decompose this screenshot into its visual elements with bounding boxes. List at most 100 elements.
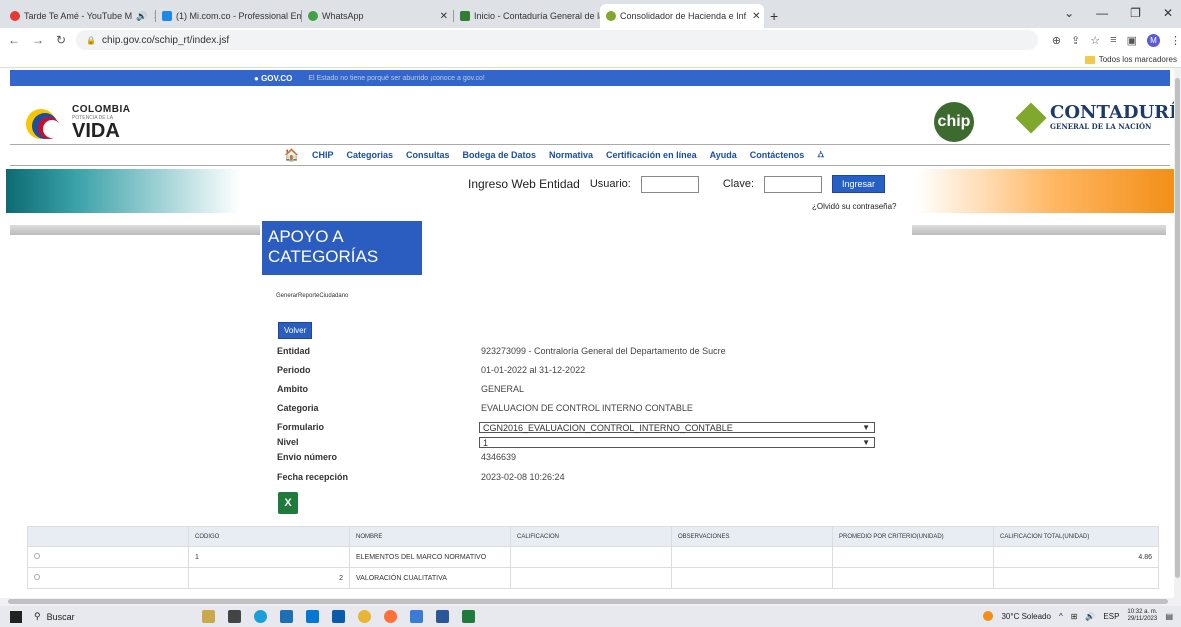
- menu-item-certificacion[interactable]: Certificación en línea: [606, 150, 697, 160]
- word-icon[interactable]: [436, 610, 449, 623]
- formulario-select[interactable]: CGN2016_EVALUACION_CONTROL_INTERNO_CONTA…: [479, 422, 875, 433]
- home-icon[interactable]: 🏠: [284, 148, 299, 162]
- cell-calificacion: [510, 546, 672, 568]
- col-header-calificacion: CALIFICACION: [510, 526, 672, 547]
- all-bookmarks[interactable]: Todos los marcadores: [1084, 55, 1177, 64]
- colombia-flag-icon: [26, 105, 66, 141]
- profile-avatar[interactable]: M: [1147, 33, 1160, 47]
- divider-right: [912, 225, 1166, 235]
- clock[interactable]: 10:32 a. m. 29/11/2023: [1127, 609, 1157, 623]
- notifications-icon[interactable]: ▤: [1165, 612, 1173, 621]
- menu-dots-icon[interactable]: ⋮: [1170, 34, 1181, 47]
- new-tab-button[interactable]: +: [764, 4, 784, 28]
- envio-label: Envio número: [277, 452, 338, 462]
- chevron-down-icon: ▼: [862, 438, 870, 447]
- chip-logo[interactable]: chip: [934, 102, 974, 142]
- tab-contaduria[interactable]: Inicio - Contaduría General de la ✕: [454, 4, 600, 28]
- menu-item-consultas[interactable]: Consultas: [406, 150, 450, 160]
- password-input[interactable]: [764, 175, 823, 193]
- close-tab-icon[interactable]: ✕: [746, 11, 760, 22]
- menu-item-bodega[interactable]: Bodega de Datos: [463, 150, 537, 160]
- file-explorer-icon[interactable]: [280, 610, 293, 623]
- menu-item-normativa[interactable]: Normativa: [549, 150, 593, 160]
- store-icon[interactable]: [306, 610, 319, 623]
- tab-consolidador[interactable]: Consolidador de Hacienda e Inf ✕: [600, 4, 764, 28]
- forgot-password-link[interactable]: ¿Olvidó su contraseña?: [812, 202, 897, 211]
- folder-icon: [1084, 55, 1095, 64]
- chip-icon: [606, 11, 616, 21]
- volume-icon[interactable]: 🔊: [1085, 612, 1095, 621]
- menu-item-contactenos[interactable]: Contáctenos: [750, 150, 805, 160]
- speaker-icon: 🔊: [136, 10, 148, 21]
- share-icon[interactable]: ⇪: [1071, 34, 1080, 47]
- menu-item-chip[interactable]: CHIP: [312, 150, 334, 160]
- tab-mi-com[interactable]: (1) Mi.com.co - Professional Em ✕: [156, 4, 302, 28]
- login-button[interactable]: Ingresar: [832, 175, 886, 193]
- user-input[interactable]: [640, 175, 699, 193]
- restore-icon[interactable]: ❐: [1130, 6, 1141, 20]
- row-radio-icon[interactable]: [34, 574, 40, 580]
- contaduria-logo[interactable]: CONTADURÍA GENERAL DE LA NACIÓN: [1015, 101, 1174, 134]
- tab-whatsapp[interactable]: WhatsApp ✕: [302, 4, 454, 28]
- youtube-icon: [10, 11, 20, 21]
- network-icon[interactable]: ⊞: [1071, 612, 1078, 621]
- table-header-row: CODIGO NOMBRE CALIFICACION OBSERVACIONES…: [27, 526, 1159, 547]
- cell-calificacion: [510, 567, 672, 589]
- task-view-icon[interactable]: [228, 610, 241, 623]
- table-row[interactable]: 2 VALORACIÓN CUALITATIVA: [27, 567, 1159, 589]
- tray-chevron-icon[interactable]: ^: [1059, 612, 1063, 621]
- star-icon[interactable]: ☆: [1090, 34, 1100, 47]
- menu-item-categorias[interactable]: Categorias: [346, 150, 393, 160]
- vertical-scrollbar[interactable]: [1174, 68, 1181, 598]
- col-header-total: CALIFICACION TOTAL(Unidad): [993, 526, 1159, 547]
- tab-search-icon[interactable]: ⌄: [1064, 6, 1074, 20]
- url-field[interactable]: 🔒 chip.gov.co/schip_rt/index.jsf: [76, 30, 1038, 50]
- zoom-icon[interactable]: ⊕: [1052, 34, 1061, 47]
- title-line-1: APOYO A: [268, 227, 344, 246]
- sidebar-icon[interactable]: ▣: [1127, 34, 1137, 47]
- results-table: CODIGO NOMBRE CALIFICACION OBSERVACIONES…: [27, 526, 1159, 589]
- main-menu: 🏠 CHIP Categorias Consultas Bodega de Da…: [10, 144, 1170, 166]
- table-row[interactable]: 1 ELEMENTOS DEL MARCO NORMATIVO 4.86: [27, 546, 1159, 568]
- taskbar: ⚲ Buscar 30°C Soleado ^ ⊞ 🔊 ESP 10:32 a.…: [0, 606, 1181, 627]
- city-widget-icon[interactable]: [202, 610, 215, 623]
- tab-youtube[interactable]: Tarde Te Amé - YouTube M 🔊 ✕: [4, 4, 156, 28]
- cell-codigo: 1: [188, 546, 350, 568]
- windows-start-icon[interactable]: [10, 610, 22, 623]
- colombia-logo[interactable]: COLOMBIA POTENCIA DE LA VIDA: [26, 104, 130, 141]
- lock-icon: 🔒: [86, 35, 97, 45]
- mail-icon[interactable]: [332, 610, 345, 623]
- back-button[interactable]: Volver: [278, 322, 313, 339]
- menu-item-ayuda[interactable]: Ayuda: [710, 150, 737, 160]
- close-window-icon[interactable]: ✕: [1163, 6, 1173, 20]
- reading-list-icon[interactable]: ≡: [1110, 34, 1116, 46]
- login-title: Ingreso Web Entidad: [468, 177, 580, 191]
- minimize-icon[interactable]: —: [1096, 6, 1108, 20]
- cell-total: 4.86: [993, 546, 1159, 568]
- col-header: [27, 526, 189, 547]
- excel-export-icon[interactable]: X: [278, 492, 298, 514]
- envio-value: 4346639: [481, 452, 517, 462]
- excel-icon[interactable]: [462, 610, 475, 623]
- weather-text[interactable]: 30°C Soleado: [1001, 612, 1050, 621]
- report-id: GenerarReporteCiudadano: [276, 293, 349, 299]
- back-icon[interactable]: ←: [8, 33, 20, 47]
- horizontal-scrollbar[interactable]: [0, 598, 1181, 606]
- taskbar-search[interactable]: ⚲ Buscar: [34, 611, 154, 622]
- sitemap-icon[interactable]: ⛼: [817, 149, 824, 161]
- reload-icon[interactable]: ↻: [56, 33, 66, 47]
- bookmarks-bar: Todos los marcadores: [0, 52, 1181, 68]
- divider-left: [10, 225, 260, 235]
- cell-nombre: ELEMENTOS DEL MARCO NORMATIVO: [349, 546, 511, 568]
- firefox-icon[interactable]: [384, 610, 397, 623]
- forward-icon[interactable]: →: [32, 33, 44, 47]
- chrome-icon[interactable]: [358, 610, 371, 623]
- language-indicator[interactable]: ESP: [1103, 612, 1119, 621]
- nivel-select[interactable]: 1 ▼: [479, 437, 875, 448]
- edge-icon[interactable]: [254, 610, 267, 623]
- row-radio-icon[interactable]: [34, 553, 40, 559]
- photos-icon[interactable]: [410, 610, 423, 623]
- tab-label: Consolidador de Hacienda e Inf: [620, 11, 747, 21]
- gov-co-logo[interactable]: ● GOV.CO: [254, 74, 292, 83]
- close-tab-icon[interactable]: ✕: [434, 11, 448, 22]
